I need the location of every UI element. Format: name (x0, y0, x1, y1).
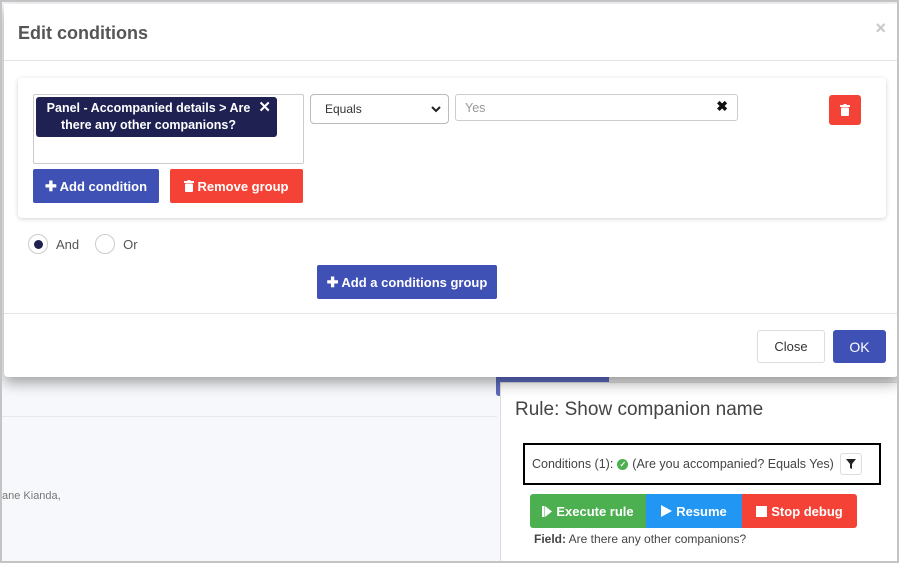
modal-title: Edit conditions (18, 23, 148, 43)
background-text: ane Kianda, (2, 490, 61, 502)
radio-and-label: And (56, 236, 80, 252)
value-placeholder: Yes (465, 100, 486, 115)
chevron-down-icon (431, 106, 441, 113)
resume-button[interactable]: Resume (646, 494, 742, 528)
filter-icon (845, 459, 856, 469)
value-input[interactable]: Yes ✖ (455, 94, 738, 121)
edit-conditions-modal: Edit conditions × Panel - Accompanied de… (4, 4, 897, 377)
stop-debug-button[interactable]: Stop debug (742, 494, 857, 528)
modal-header: Edit conditions × (4, 4, 897, 61)
plus-icon: ✚ (326, 273, 339, 290)
logic-radio-group: And Or (28, 234, 138, 254)
rule-title: Rule: Show companion name (515, 399, 764, 420)
clear-value-icon[interactable]: ✖ (716, 98, 728, 115)
add-condition-label: Add condition (59, 178, 148, 194)
radio-or[interactable] (95, 234, 116, 254)
filter-button[interactable] (839, 453, 862, 475)
operator-select[interactable]: Equals (310, 94, 449, 124)
delete-condition-button[interactable] (829, 95, 861, 125)
field-label: Field: (534, 532, 566, 546)
conditions-summary: Conditions (1): ✓ (Are you accompanied? … (523, 443, 881, 485)
add-conditions-group-button[interactable]: ✚ Add a conditions group (317, 265, 497, 299)
conditions-label: Conditions (1): (532, 457, 614, 471)
trash-icon (840, 104, 850, 116)
radio-selected-dot (33, 239, 43, 249)
remove-group-button[interactable]: Remove group (170, 169, 303, 203)
field-tag-label: Panel - Accompanied details > Are there … (46, 101, 251, 132)
field-selector[interactable]: Panel - Accompanied details > Are there … (33, 94, 304, 164)
add-group-label: Add a conditions group (341, 274, 488, 290)
add-condition-button[interactable]: ✚ Add condition (33, 169, 159, 203)
close-icon[interactable]: × (875, 18, 886, 39)
execute-rule-button[interactable]: Execute rule (530, 494, 646, 528)
check-circle-icon: ✓ (617, 458, 629, 470)
trash-icon (184, 180, 195, 192)
window-frame: ane Kianda, Rule: Show companion name Co… (0, 0, 899, 563)
debug-panel: Rule: Show companion name Conditions (1)… (500, 382, 897, 561)
plus-icon: ✚ (44, 177, 57, 194)
remove-tag-icon[interactable]: ✕ (258, 99, 271, 116)
background-divider (2, 416, 497, 417)
operator-value: Equals (325, 102, 362, 116)
debug-button-group: Execute rule Resume Stop debug (530, 494, 857, 528)
ok-button[interactable]: OK (833, 330, 886, 363)
field-value: Are there any other companions? (568, 532, 747, 546)
field-info: Field: Are there any other companions? (534, 532, 746, 546)
radio-or-label: Or (123, 236, 138, 252)
step-forward-icon (542, 505, 553, 517)
execute-rule-label: Execute rule (556, 503, 634, 519)
play-icon (661, 505, 673, 517)
stop-icon (756, 505, 768, 517)
conditions-group: Panel - Accompanied details > Are there … (18, 78, 886, 218)
radio-and[interactable] (28, 234, 48, 254)
close-button[interactable]: Close (757, 330, 825, 363)
resume-label: Resume (676, 503, 727, 519)
field-tag: Panel - Accompanied details > Are there … (36, 97, 277, 137)
remove-group-label: Remove group (197, 178, 289, 194)
conditions-text: (Are you accompanied? Equals Yes) (632, 457, 834, 471)
modal-footer-divider (4, 313, 897, 314)
stop-debug-label: Stop debug (771, 503, 843, 519)
